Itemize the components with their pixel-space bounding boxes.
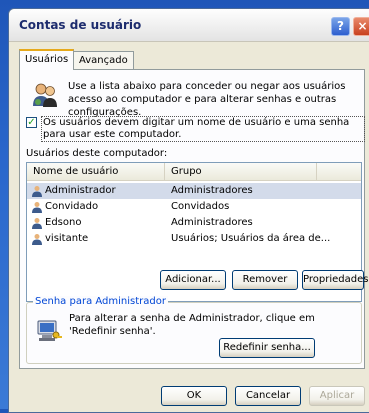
table-row[interactable]: Administrador Administradores	[27, 183, 361, 199]
cell-group: Usuários; Usuários da área de...	[171, 233, 331, 244]
intro-text: Use a lista abaixo para conceder ou nega…	[68, 81, 346, 118]
add-user-button[interactable]: Adicionar...	[160, 270, 226, 290]
cell-username: Administrador	[45, 185, 116, 196]
user-icon	[32, 186, 42, 197]
users-icon	[33, 83, 57, 107]
cancel-button[interactable]: Cancelar	[235, 386, 301, 406]
tab-avancado[interactable]: Avançado	[73, 51, 134, 69]
cell-username: Edsono	[45, 217, 82, 228]
apply-button[interactable]: Aplicar	[309, 386, 365, 406]
require-login-checkbox[interactable]: ✓	[26, 117, 37, 128]
users-list-header: Nome de usuário Grupo	[27, 163, 361, 181]
user-icon	[32, 234, 42, 245]
help-button[interactable]: ?	[331, 17, 350, 36]
reset-password-button[interactable]: Redefinir senha...	[219, 338, 315, 358]
password-help-text: Para alterar a senha de Administrador, c…	[69, 313, 315, 337]
ok-button[interactable]: OK	[161, 386, 227, 406]
close-button[interactable]: ×	[353, 17, 369, 36]
table-row[interactable]: Edsono Administradores	[27, 215, 361, 231]
password-groupbox: Senha para Administrador Para alterar a …	[26, 296, 362, 364]
cell-username: visitante	[45, 233, 89, 244]
properties-button[interactable]: Propriedades	[302, 270, 368, 290]
column-header-username[interactable]: Nome de usuário	[27, 163, 165, 180]
cell-group: Administradores	[171, 185, 253, 196]
dialog-title: Contas de usuário	[19, 18, 142, 32]
user-accounts-dialog: Contas de usuário ? × Usuários Avançado …	[8, 8, 369, 413]
table-row[interactable]: Convidado Convidados	[27, 199, 361, 215]
users-tab-panel: Use a lista abaixo para conceder ou nega…	[19, 69, 368, 369]
table-row[interactable]: visitante Usuários; Usuários da área de.…	[27, 231, 361, 247]
require-login-label[interactable]: Os usuários devem digitar um nome de usu…	[41, 116, 365, 142]
password-groupbox-title: Senha para Administrador	[33, 296, 168, 307]
users-section-label: Usuários deste computador:	[26, 148, 168, 159]
key-computer-icon	[37, 320, 62, 341]
cell-group: Administradores	[171, 217, 253, 228]
user-icon	[32, 218, 42, 229]
remove-user-button[interactable]: Remover	[232, 270, 298, 290]
tab-usuarios[interactable]: Usuários	[19, 49, 75, 70]
cell-group: Convidados	[171, 201, 230, 212]
cell-username: Convidado	[45, 201, 99, 212]
column-header-group[interactable]: Grupo	[165, 163, 317, 180]
title-bar[interactable]: Contas de usuário ? ×	[9, 9, 369, 42]
user-icon	[32, 202, 42, 213]
